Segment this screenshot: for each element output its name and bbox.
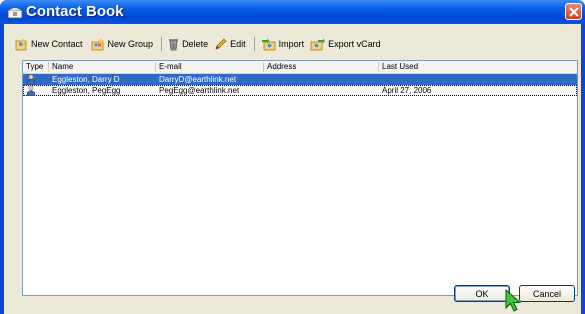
title-bar[interactable]: Contact Book [0,0,585,24]
table-row[interactable]: Eggleston, Darry D DarryD@earthlink.net [23,74,577,85]
cancel-button[interactable]: Cancel [519,285,575,302]
delete-label: Delete [182,39,209,49]
export-vcard-icon [310,38,326,50]
import-label: Import [278,39,305,49]
column-header-email[interactable]: E-mail [156,62,264,72]
contact-email: PegEgg@earthlink.net [159,86,240,95]
column-header-type[interactable]: Type [23,62,49,72]
new-group-button[interactable]: New Group [89,38,154,51]
column-header-name[interactable]: Name [49,62,156,72]
new-group-icon [91,38,105,50]
toolbar: New Contact New Group Delete Edit Import… [14,34,387,54]
toolbar-separator [161,37,163,51]
table-row[interactable]: Eggleston, PegEgg PegEgg@earthlink.net A… [23,85,577,96]
contact-book-window: Contact Book New Contact New Group Delet… [0,0,585,314]
new-group-label: New Group [107,39,154,49]
phone-icon [7,7,23,19]
new-contact-icon [15,38,27,50]
import-button[interactable]: Import [261,38,305,51]
contact-person-icon [26,74,36,85]
trash-icon [169,38,179,50]
ok-button[interactable]: OK [454,285,510,302]
new-contact-label: New Contact [31,39,83,49]
dialog-body: New Contact New Group Delete Edit Import… [4,24,581,314]
contact-last-used: April 27, 2006 [382,86,432,95]
export-vcard-button[interactable]: Export vCard [310,38,381,51]
contact-name: Eggleston, PegEgg [52,86,121,95]
contact-person-icon [26,85,36,96]
new-contact-button[interactable]: New Contact [14,38,83,51]
contact-list[interactable]: Type Name E-mail Address Last Used Eggle… [22,60,578,296]
close-button[interactable] [565,3,582,20]
export-vcard-label: Export vCard [328,39,381,49]
close-icon [569,7,579,17]
edit-button[interactable]: Edit [214,38,246,51]
mouse-cursor-icon [505,289,522,312]
list-header: Type Name E-mail Address Last Used [23,61,577,74]
pencil-icon [215,38,227,50]
column-header-last-used[interactable]: Last Used [379,62,577,72]
import-icon [261,38,275,50]
toolbar-separator [253,37,255,51]
contact-email: DarryD@earthlink.net [159,75,237,84]
window-title: Contact Book [26,3,124,20]
contact-name: Eggleston, Darry D [52,75,120,84]
column-header-address[interactable]: Address [264,62,379,72]
edit-label: Edit [230,39,246,49]
delete-button[interactable]: Delete [168,38,208,51]
